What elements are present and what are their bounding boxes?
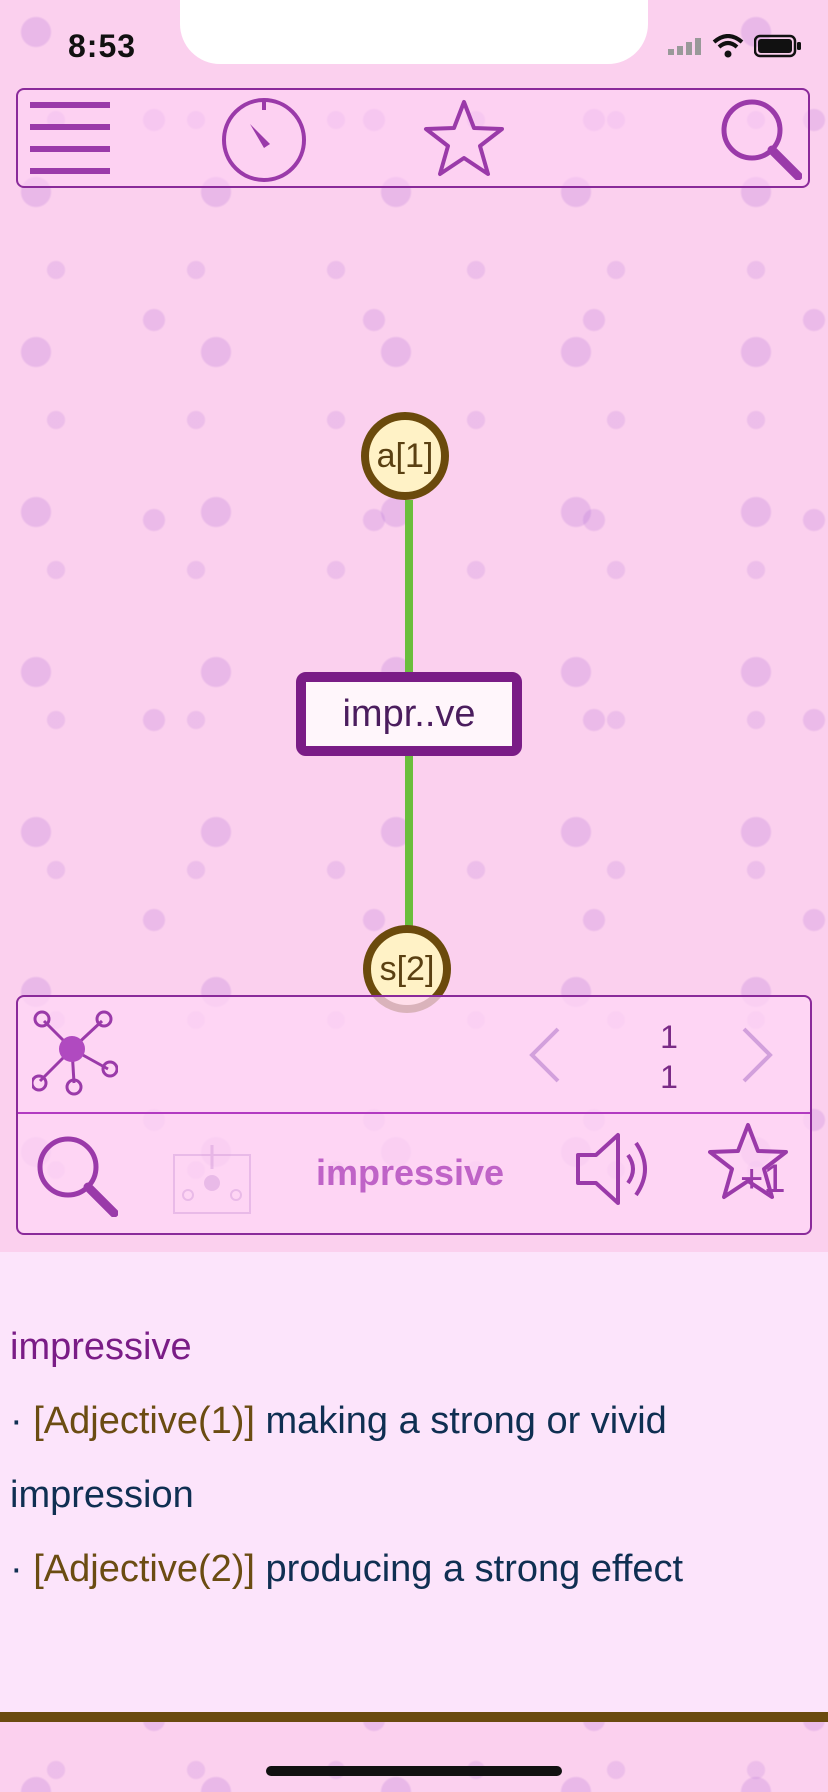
page-indicator: 1 1 xyxy=(644,1017,694,1097)
wifi-icon xyxy=(712,34,744,63)
top-toolbar xyxy=(16,88,810,188)
definition-entry-2: · [Adjective(2)] producing a strong effe… xyxy=(10,1532,810,1606)
panel-word: impressive xyxy=(315,1152,505,1193)
timer-button[interactable] xyxy=(218,90,310,190)
device-notch xyxy=(180,0,648,64)
hamburger-menu-icon xyxy=(30,100,110,181)
chevron-right-icon xyxy=(740,1027,776,1089)
definition-text: impressive · [Adjective(1)] making a str… xyxy=(10,1310,810,1606)
entry-bullet: · xyxy=(10,1400,34,1442)
home-indicator[interactable] xyxy=(266,1766,562,1776)
panel-divider xyxy=(18,1112,810,1114)
definition-pane: impressive · [Adjective(1)] making a str… xyxy=(0,1252,828,1712)
entry-tag: [Adjective(2)] xyxy=(33,1548,255,1590)
graph-import-icon xyxy=(172,1145,252,1219)
entry-text: producing a strong effect xyxy=(254,1548,684,1590)
graph-import-button[interactable] xyxy=(172,1145,252,1220)
cellular-icon xyxy=(668,37,702,60)
search-icon xyxy=(718,96,803,185)
add-favorite-button[interactable]: +1 xyxy=(708,1121,792,1210)
entry-bullet: · xyxy=(10,1548,34,1590)
search-icon xyxy=(34,1136,119,1221)
status-time: 8:53 xyxy=(68,28,137,64)
menu-button[interactable] xyxy=(26,90,114,190)
pronounce-button[interactable] xyxy=(574,1129,658,1214)
next-page-button[interactable] xyxy=(740,1025,776,1090)
graph-word-node[interactable]: impr..ve xyxy=(296,672,522,756)
chevron-left-icon xyxy=(526,1027,562,1089)
search-button[interactable] xyxy=(718,90,803,190)
network-icon[interactable] xyxy=(30,1009,119,1104)
definition-title: impressive xyxy=(10,1326,192,1368)
graph-edge-bottom xyxy=(405,752,413,952)
page-total: 1 xyxy=(660,1059,678,1095)
bottom-divider xyxy=(0,1712,828,1722)
entry-tag: [Adjective(1)] xyxy=(33,1400,255,1442)
graph-edge-top xyxy=(405,500,413,678)
battery-icon xyxy=(753,34,802,63)
star-icon xyxy=(422,98,506,183)
favorites-button[interactable] xyxy=(422,90,506,190)
status-icons xyxy=(668,34,802,63)
speaker-icon xyxy=(574,1133,658,1213)
graph-node-top[interactable]: a[1] xyxy=(361,412,449,500)
word-graph xyxy=(0,190,828,1000)
panel-search-button[interactable] xyxy=(34,1133,119,1222)
star-plus-label: +1 xyxy=(740,1157,786,1201)
timer-icon xyxy=(220,94,308,187)
page-current: 1 xyxy=(660,1019,678,1055)
prev-page-button[interactable] xyxy=(526,1025,562,1090)
word-panel: 1 1 +1 xyxy=(16,995,812,1235)
definition-entry-1: · [Adjective(1)] making a strong or vivi… xyxy=(10,1384,810,1532)
